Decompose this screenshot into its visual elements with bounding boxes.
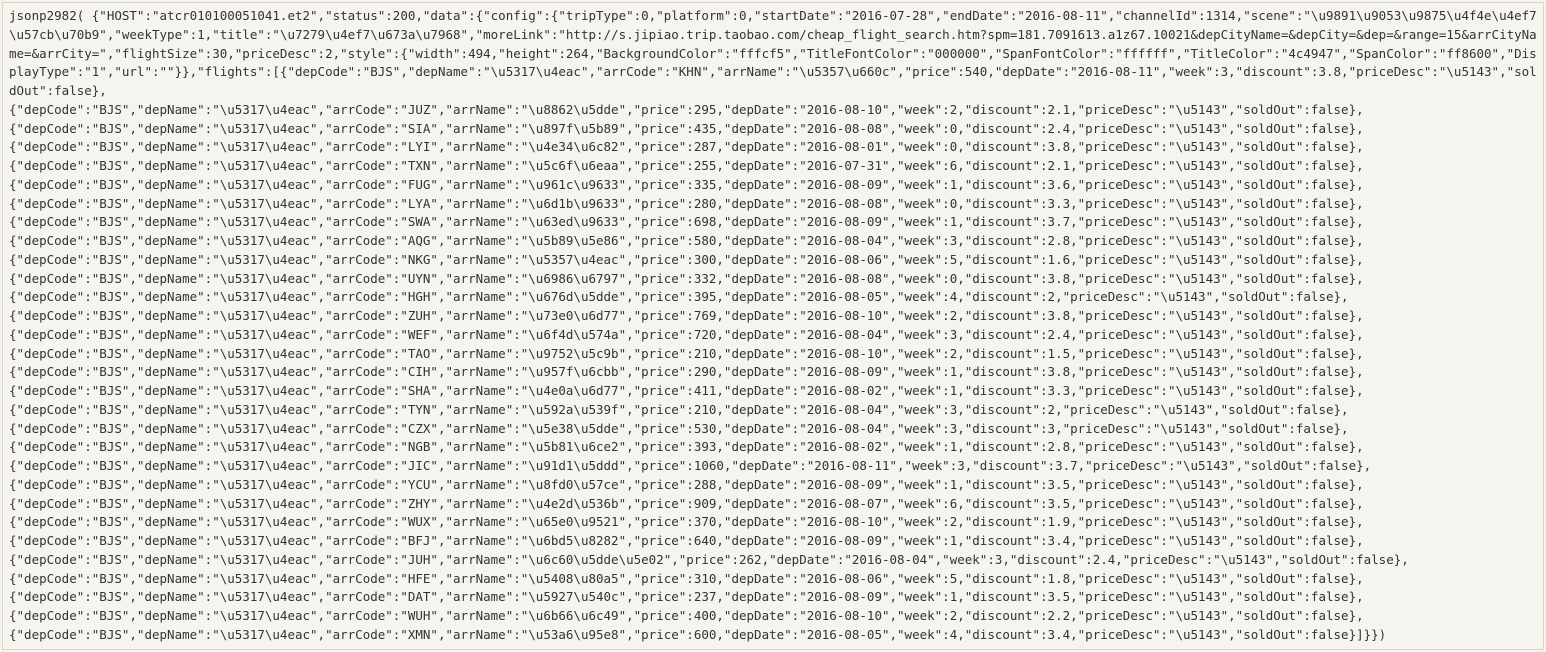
raw-json-text: jsonp2982( {"HOST":"atcr010100051041.et2… [3, 3, 1543, 649]
response-frame: jsonp2982( {"HOST":"atcr010100051041.et2… [2, 2, 1544, 650]
